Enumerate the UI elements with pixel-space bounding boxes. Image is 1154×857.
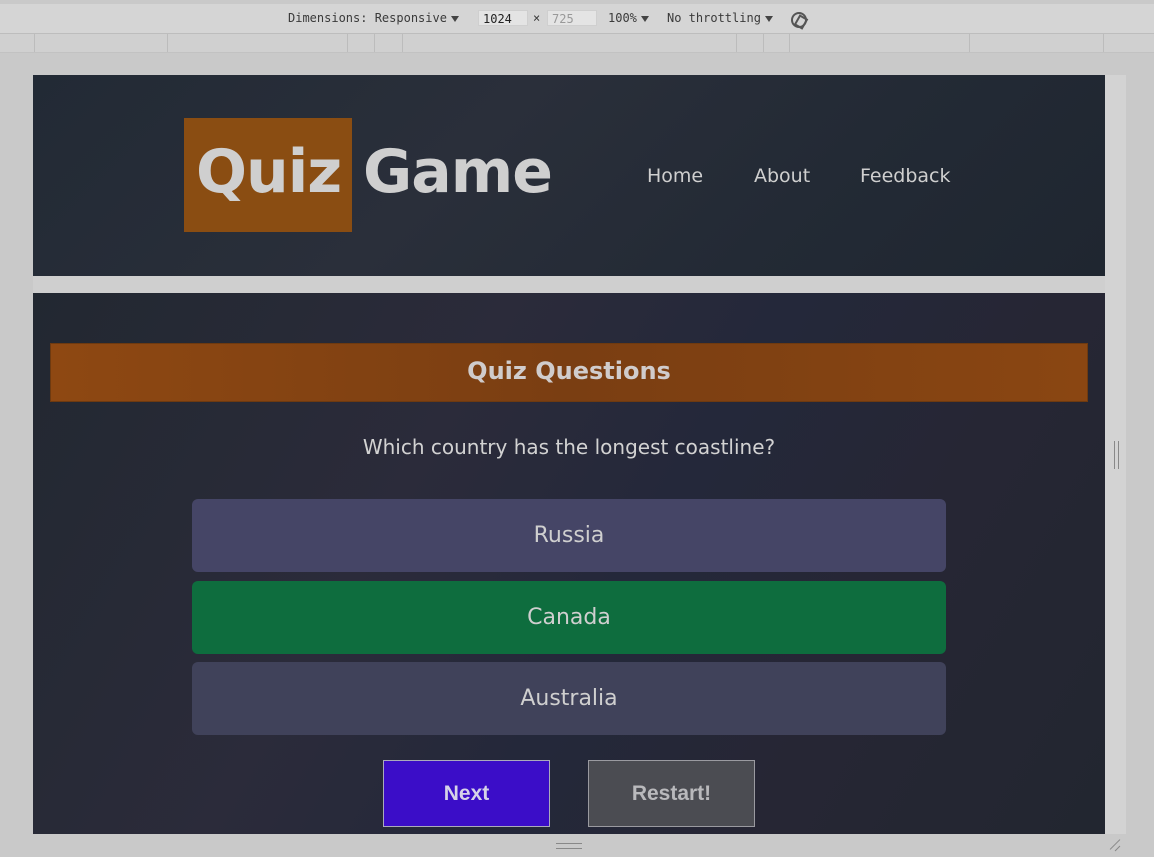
- devtools-toolbar: Dimensions: Responsive 1024 × 725 100% N…: [0, 4, 1154, 34]
- rotate-icon[interactable]: [791, 12, 807, 28]
- zoom-label: 100%: [608, 11, 637, 25]
- ruler-tick: [969, 34, 970, 52]
- height-input[interactable]: 725: [547, 10, 597, 26]
- throttling-label: No throttling: [667, 11, 761, 25]
- quiz-section: Quiz Questions Which country has the lon…: [33, 293, 1105, 834]
- nav-about-link[interactable]: About: [754, 165, 810, 187]
- ruler-tick: [736, 34, 737, 52]
- chevron-down-icon: [640, 15, 649, 22]
- emulated-viewport: Quiz Game Home About Feedback Quiz Quest…: [33, 75, 1105, 834]
- chevron-down-icon: [764, 15, 773, 22]
- section-divider: [33, 276, 1105, 293]
- nav-home-link[interactable]: Home: [647, 165, 703, 187]
- ruler-tick: [763, 34, 764, 52]
- next-button[interactable]: Next: [383, 760, 550, 827]
- ruler-tick: [402, 34, 403, 52]
- answer-button-canada[interactable]: Canada: [192, 581, 946, 654]
- times-symbol: ×: [533, 11, 541, 25]
- throttling-dropdown[interactable]: No throttling: [667, 11, 773, 25]
- nav-feedback-link[interactable]: Feedback: [860, 165, 950, 187]
- ruler-tick: [34, 34, 35, 52]
- resize-handle-bottom[interactable]: [556, 843, 582, 849]
- media-query-ruler: [0, 34, 1154, 53]
- ruler-tick: [789, 34, 790, 52]
- chevron-down-icon: [450, 15, 459, 22]
- question-text: Which country has the longest coastline?: [362, 435, 776, 459]
- ruler-tick: [347, 34, 348, 52]
- answer-button-russia[interactable]: Russia: [192, 499, 946, 572]
- site-header: Quiz Game Home About Feedback: [33, 75, 1105, 276]
- logo-game-text: Game: [363, 137, 553, 207]
- quiz-title-bar: Quiz Questions: [50, 343, 1088, 402]
- answer-button-australia[interactable]: Australia: [192, 662, 946, 735]
- ruler-tick: [1103, 34, 1104, 52]
- quiz-title: Quiz Questions: [467, 357, 671, 385]
- resize-corner-icon[interactable]: [1108, 838, 1122, 852]
- width-input[interactable]: 1024: [478, 10, 528, 26]
- resize-handle-right[interactable]: [1114, 441, 1119, 469]
- logo-quiz-text: Quiz: [196, 137, 342, 207]
- dimensions-label: Dimensions: Responsive: [288, 11, 447, 25]
- ruler-tick: [167, 34, 168, 52]
- zoom-dropdown[interactable]: 100%: [608, 11, 649, 25]
- ruler-tick: [374, 34, 375, 52]
- dimensions-dropdown[interactable]: Dimensions: Responsive: [288, 11, 459, 25]
- restart-button[interactable]: Restart!: [588, 760, 755, 827]
